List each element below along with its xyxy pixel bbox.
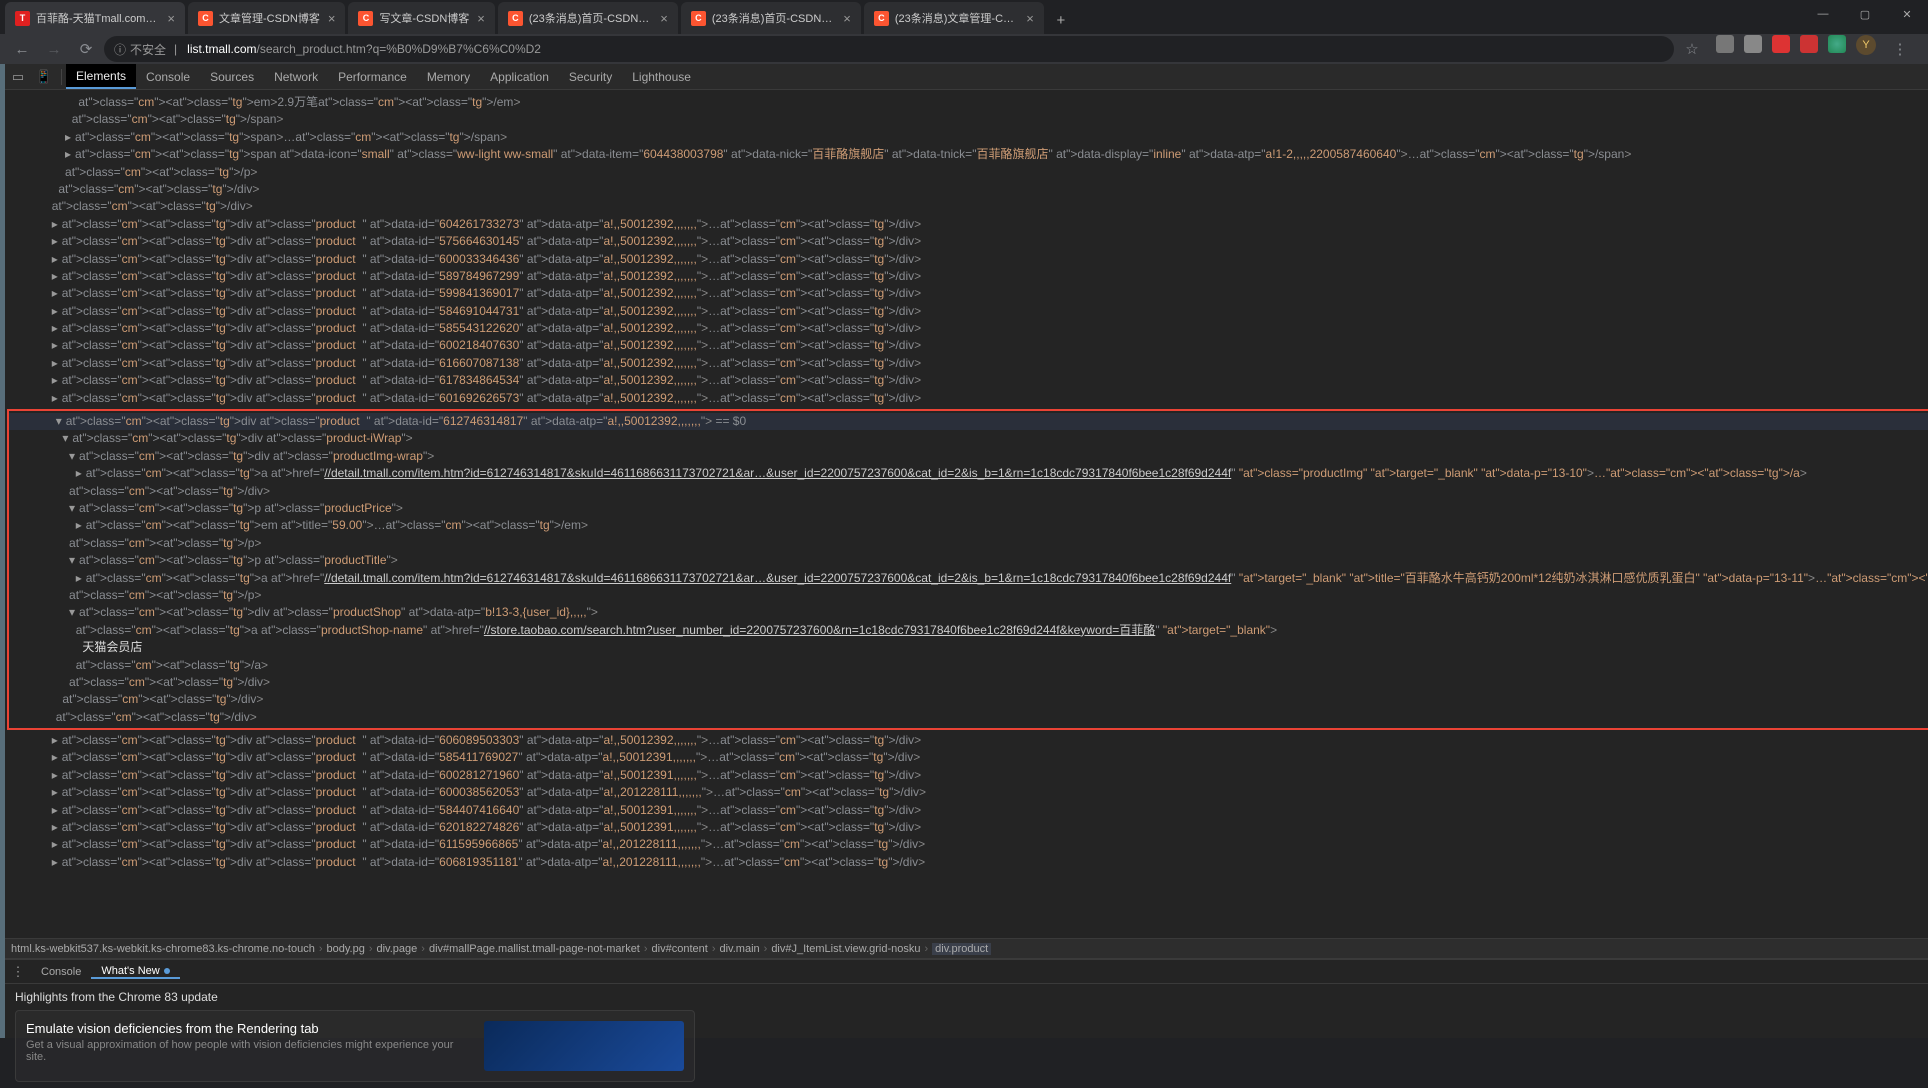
ext-icon[interactable]	[1828, 35, 1846, 53]
browser-tab[interactable]: C (23条消息)首页-CSDN博客 ×	[498, 2, 678, 34]
browser-tab[interactable]: C 文章管理-CSDN博客 ×	[188, 2, 345, 34]
insecure-badge: ⓘ 不安全 |	[114, 41, 181, 58]
favicon-icon: C	[691, 11, 706, 26]
devtools: ▭ 📱 ElementsConsoleSourcesNetworkPerform…	[5, 64, 1928, 1038]
devtools-tab[interactable]: Application	[480, 64, 559, 89]
product-shop[interactable]: 百菲酪酪友专卖店	[4, 374, 5, 394]
breadcrumb-item[interactable]: div#mallPage.mallist.tmall-page-not-mark…	[429, 943, 640, 955]
devtools-tab[interactable]: Elements	[66, 64, 136, 89]
tab-title: (23条消息)首页-CSDN博客	[712, 10, 835, 26]
address-bar: ← → ⟳ ⓘ 不安全 | list.tmall.com /search_pro…	[0, 34, 1928, 64]
nav-forward: →	[40, 35, 68, 63]
product-image	[4, 160, 5, 332]
tab-close[interactable]: ×	[167, 11, 175, 26]
browser-tab[interactable]: C (23条消息)文章管理-CSDN博客 ×	[864, 2, 1044, 34]
ext-icon[interactable]	[1716, 35, 1734, 53]
device-icon[interactable]: 📱	[31, 69, 57, 85]
url-host: list.tmall.com	[187, 42, 256, 56]
browser-menu[interactable]: ⋮	[1886, 35, 1914, 63]
dom-breadcrumb[interactable]: html.ks-webkit537.ks-webkit.ks-chrome83.…	[5, 938, 1928, 958]
web-page-viewport[interactable]: 综合 ▾人气 ↓新品 ↓销量 ↓价格 ▾|收货地:南京 月成交4.2万笔 评价5…	[0, 64, 5, 1038]
devtools-tab[interactable]: Memory	[417, 64, 480, 89]
tab-title: (23条消息)首页-CSDN博客	[529, 10, 652, 26]
filter-item[interactable]: 综合 ▾	[0, 64, 5, 91]
product-card[interactable]: 618 ¥49.80 【新鲜日期】百菲酪水牛纯奶200ml*1 百菲酪酪友专卖店…	[4, 160, 5, 418]
win-close[interactable]: ✕	[1886, 0, 1928, 28]
devtools-tab[interactable]: Network	[264, 64, 328, 89]
browser-tab[interactable]: C (23条消息)首页-CSDN博客 ×	[681, 2, 861, 34]
breadcrumb-item[interactable]: html.ks-webkit537.ks-webkit.ks-chrome83.…	[11, 943, 315, 955]
browser-tab[interactable]: T 百菲酪-天猫Tmall.com-理想生 ×	[5, 2, 185, 34]
tab-title: (23条消息)文章管理-CSDN博客	[895, 10, 1018, 26]
info-icon: ⓘ	[114, 41, 126, 58]
new-tab-button[interactable]: +	[1047, 6, 1075, 34]
bookmark-star[interactable]: ☆	[1678, 35, 1706, 63]
whatsnew-heading: Highlights from the Chrome 83 update	[15, 990, 1928, 1004]
breadcrumb-item[interactable]: body.pg	[327, 943, 365, 955]
nav-reload[interactable]: ⟳	[72, 35, 100, 63]
inspect-icon[interactable]: ▭	[5, 69, 31, 85]
news-desc: Get a visual approximation of how people…	[26, 1039, 472, 1063]
url-path: /search_product.htm?q=%B0%D9%B7%C6%C0%D2	[257, 42, 541, 56]
devtools-toolbar: ▭ 📱 ElementsConsoleSourcesNetworkPerform…	[5, 64, 1928, 90]
breadcrumb-item[interactable]: div.product	[932, 943, 991, 955]
product-title: 【新鲜日期】百菲酪水牛纯奶200ml*1	[4, 358, 5, 374]
console-drawer: ⋮ Console What's New ✕ Highlights from t…	[5, 958, 1928, 1038]
nav-back[interactable]: ←	[8, 35, 36, 63]
a-icon: a	[4, 1035, 5, 1038]
favicon-icon: C	[358, 11, 373, 26]
tab-title: 写文章-CSDN博客	[379, 10, 469, 26]
devtools-tab[interactable]: Security	[559, 64, 622, 89]
devtools-tab[interactable]: Console	[136, 64, 200, 89]
browser-tabstrip: T 百菲酪-天猫Tmall.com-理想生 × C 文章管理-CSDN博客 × C 写文章-C…	[0, 0, 1928, 34]
breadcrumb-item[interactable]: div#content	[652, 943, 708, 955]
drawer-menu[interactable]: ⋮	[5, 964, 31, 980]
tab-close[interactable]: ×	[328, 11, 336, 26]
devtools-tab[interactable]: Performance	[328, 64, 417, 89]
favicon-icon: C	[508, 11, 523, 26]
tab-close[interactable]: ×	[477, 11, 485, 26]
console-tab[interactable]: Console	[31, 966, 91, 978]
breadcrumb-item[interactable]: div.main	[719, 943, 759, 955]
browser-tab[interactable]: C 写文章-CSDN博客 ×	[348, 2, 494, 34]
win-minimize[interactable]: —	[1802, 0, 1844, 28]
elements-tree[interactable]: at">class="cm"><at">class="tg">em>2.9万笔a…	[5, 90, 1928, 938]
product-price: ¥49.80	[4, 332, 5, 358]
favicon-icon: C	[874, 11, 889, 26]
tab-title: 文章管理-CSDN博客	[219, 10, 320, 26]
omnibox[interactable]: ⓘ 不安全 | list.tmall.com /search_product.h…	[104, 36, 1674, 62]
profile-avatar[interactable]: Y	[1856, 35, 1876, 55]
news-thumbnail	[484, 1021, 684, 1071]
whatsnew-tab[interactable]: What's New	[91, 965, 179, 979]
product-card-selected[interactable]: 会员狂欢 领100元红包 a 199.09 × 34 百菲酪水牛高钙奶200ml…	[4, 828, 5, 1038]
favicon-icon: T	[15, 11, 30, 26]
extension-icons: Y ⋮	[1710, 35, 1920, 63]
tab-title: 百菲酪-天猫Tmall.com-理想生	[36, 10, 159, 26]
breadcrumb-item[interactable]: div#J_ItemList.view.grid-nosku	[771, 943, 920, 955]
tab-close[interactable]: ×	[843, 11, 851, 26]
news-title: Emulate vision deficiencies from the Ren…	[26, 1021, 472, 1036]
win-maximize[interactable]: ▢	[1844, 0, 1886, 28]
favicon-icon: C	[198, 11, 213, 26]
tab-close[interactable]: ×	[1026, 11, 1034, 26]
tab-close[interactable]: ×	[660, 11, 668, 26]
devtools-tab[interactable]: Sources	[200, 64, 264, 89]
ext-icon[interactable]	[1744, 35, 1762, 53]
ext-icon[interactable]	[1800, 35, 1818, 53]
breadcrumb-item[interactable]: div.page	[377, 943, 418, 955]
devtools-tab[interactable]: Lighthouse	[622, 64, 701, 89]
ext-icon[interactable]	[1772, 35, 1790, 53]
news-card[interactable]: Emulate vision deficiencies from the Ren…	[15, 1010, 695, 1082]
